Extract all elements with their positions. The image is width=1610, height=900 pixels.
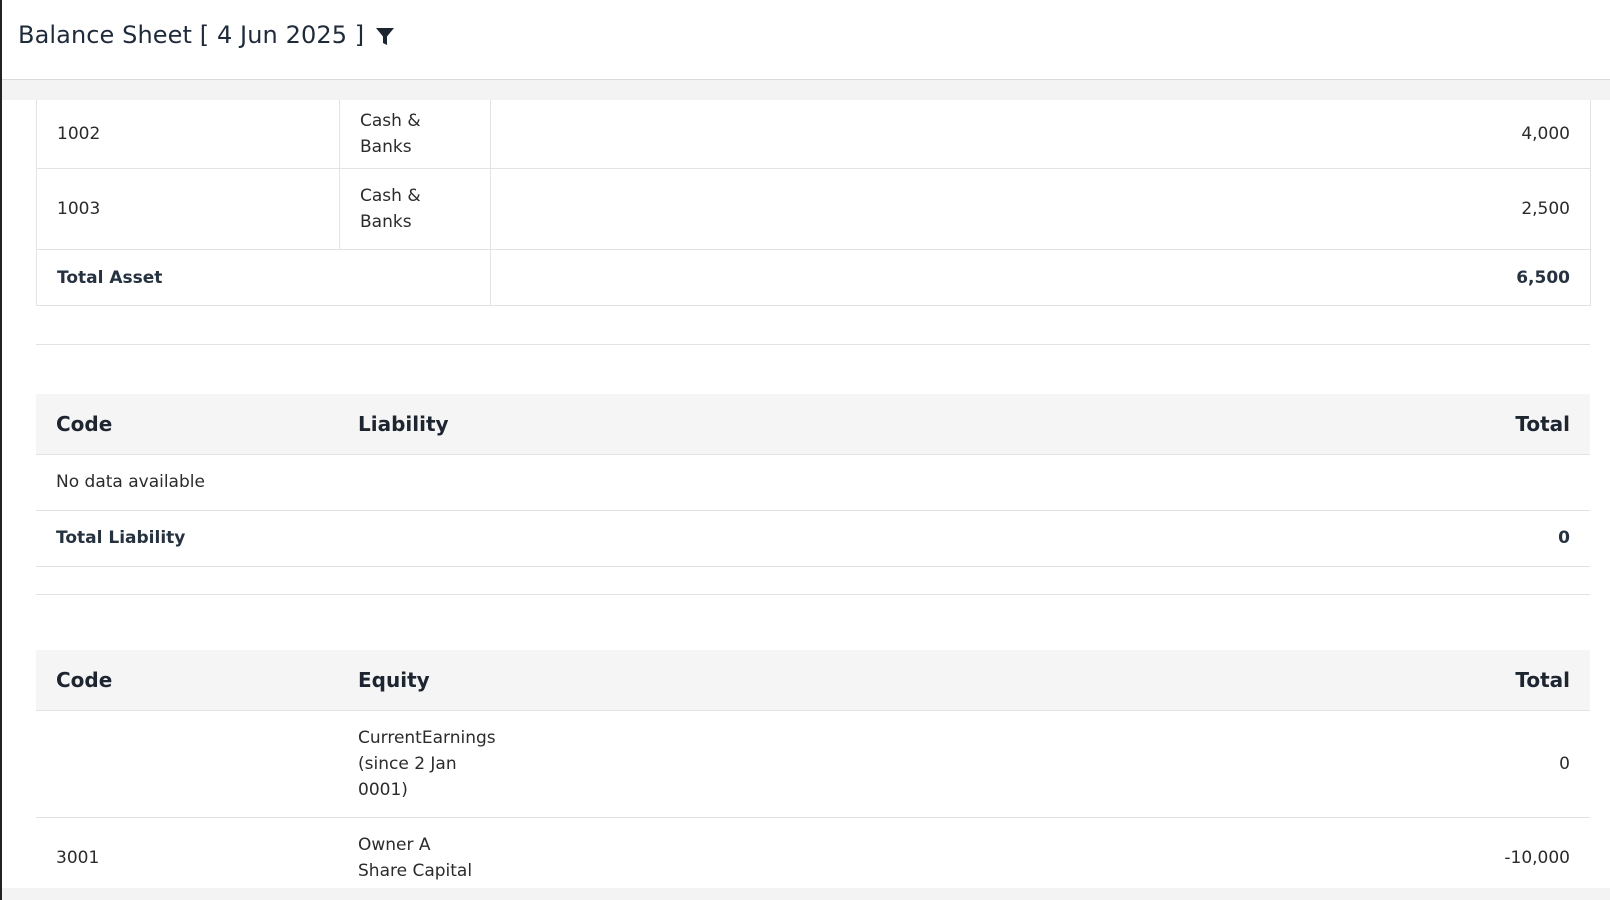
- account-code: 1002: [36, 100, 340, 169]
- total-asset-label: Total Asset: [36, 249, 491, 306]
- account-group: Cash & Banks: [339, 100, 491, 169]
- table-row[interactable]: CurrentEarnings (since 2 Jan 0001) 0: [36, 710, 1590, 818]
- table-header-row: Code Equity Total: [36, 650, 1590, 711]
- account-name: CurrentEarnings (since 2 Jan 0001): [338, 710, 498, 818]
- filter-button[interactable]: [372, 24, 398, 50]
- account-group: Cash & Banks: [339, 168, 491, 250]
- account-name: Owner A Share Capital: [338, 817, 498, 888]
- equity-table: Code Equity Total CurrentEarnings (since…: [36, 650, 1590, 888]
- asset-table: 1002 Cash & Banks 4,000 1003 Cash & Bank…: [36, 100, 1591, 306]
- column-header-total[interactable]: Total: [1238, 394, 1590, 455]
- section-divider: [36, 344, 1590, 345]
- account-total: -10,000: [498, 817, 1590, 888]
- filter-icon: [376, 28, 394, 45]
- total-row: Total Asset 6,500: [36, 249, 1591, 306]
- section-divider: [36, 594, 1590, 595]
- total-liability-value: 0: [1238, 510, 1590, 567]
- table-row[interactable]: 3001 Owner A Share Capital -10,000: [36, 817, 1590, 888]
- empty-row: No data available: [36, 454, 1590, 511]
- total-row: Total Liability 0: [36, 510, 1590, 567]
- column-header-code[interactable]: Code: [36, 650, 338, 711]
- column-header-total[interactable]: Total: [498, 650, 1590, 711]
- account-total: 0: [498, 710, 1590, 818]
- account-total: 2,500: [490, 168, 1591, 250]
- column-header-code[interactable]: Code: [36, 394, 338, 455]
- no-data-message: No data available: [36, 454, 1590, 511]
- table-row[interactable]: 1003 Cash & Banks 2,500: [36, 168, 1591, 250]
- total-liability-label: Total Liability: [36, 510, 1238, 567]
- column-header-equity[interactable]: Equity: [338, 650, 498, 711]
- account-code: [36, 710, 338, 818]
- column-header-liability[interactable]: Liability: [338, 394, 1238, 455]
- account-total: 4,000: [490, 100, 1591, 169]
- liability-table: Code Liability Total No data available T…: [36, 394, 1590, 567]
- report-content: 1002 Cash & Banks 4,000 1003 Cash & Bank…: [2, 100, 1610, 888]
- account-code: 1003: [36, 168, 340, 250]
- table-row[interactable]: 1002 Cash & Banks 4,000: [36, 100, 1591, 169]
- page-title: Balance Sheet [ 4 Jun 2025 ]: [18, 21, 365, 49]
- window-left-border: [0, 0, 2, 900]
- account-code: 3001: [36, 817, 338, 888]
- table-header-row: Code Liability Total: [36, 394, 1590, 455]
- page-header: Balance Sheet [ 4 Jun 2025 ]: [2, 0, 1610, 80]
- total-asset-value: 6,500: [490, 249, 1591, 306]
